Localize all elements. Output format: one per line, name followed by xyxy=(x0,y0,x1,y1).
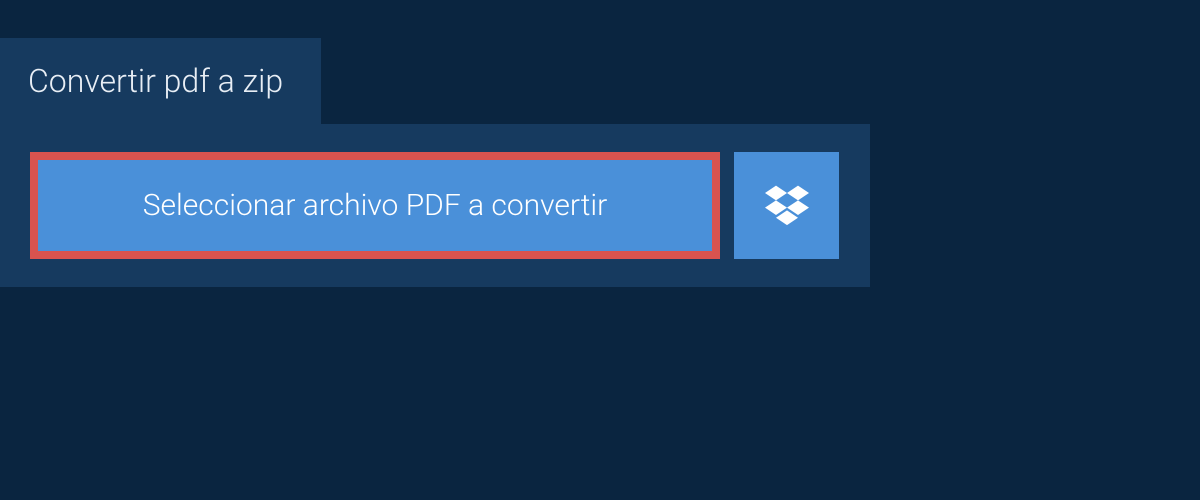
dropbox-button[interactable] xyxy=(734,152,839,259)
dropbox-icon xyxy=(765,182,809,230)
page-title: Convertir pdf a zip xyxy=(28,62,283,100)
upload-panel: Seleccionar archivo PDF a convertir xyxy=(0,124,870,287)
button-row: Seleccionar archivo PDF a convertir xyxy=(30,152,840,259)
page-title-tab: Convertir pdf a zip xyxy=(0,38,321,124)
select-file-label: Seleccionar archivo PDF a convertir xyxy=(143,188,608,223)
select-file-button[interactable]: Seleccionar archivo PDF a convertir xyxy=(30,152,720,259)
